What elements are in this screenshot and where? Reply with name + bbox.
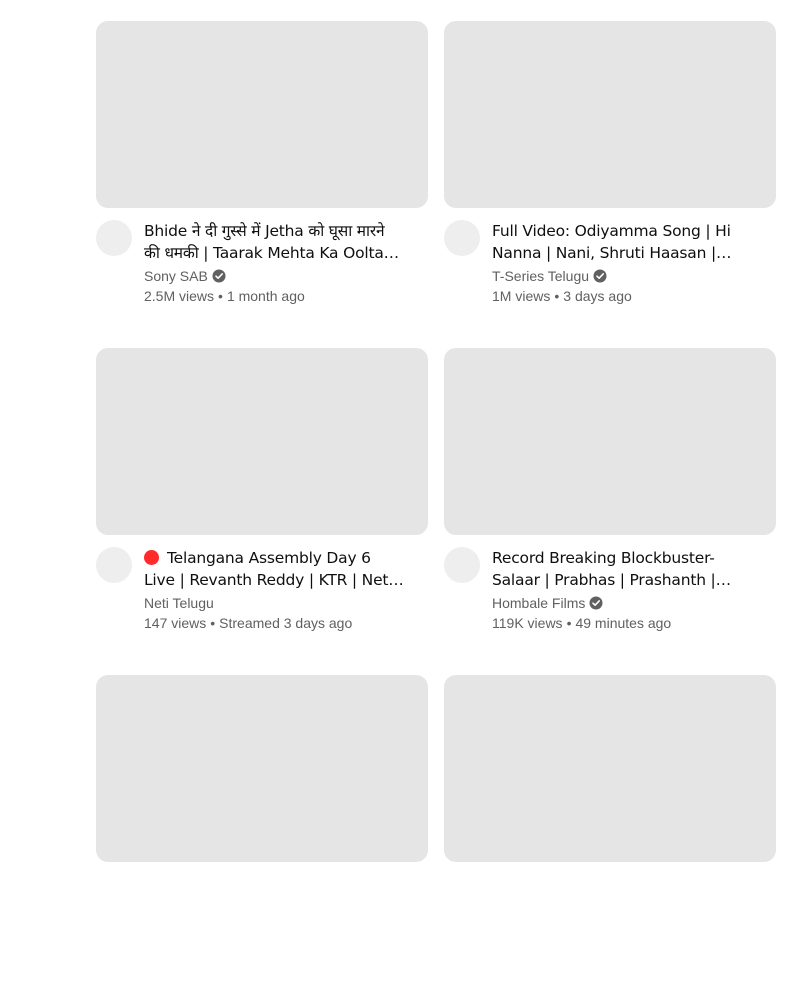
video-thumbnail[interactable] [96, 675, 428, 862]
video-card: Record Breaking Blockbuster- Salaar | Pr… [444, 348, 776, 675]
channel-name[interactable]: Sony SAB [144, 266, 208, 286]
upload-age: Streamed 3 days ago [219, 615, 353, 631]
video-title-text: Telangana Assembly Day 6 Live | Revanth … [144, 549, 393, 589]
video-title[interactable]: Record Breaking Blockbuster- Salaar | Pr… [492, 547, 752, 591]
video-thumbnail[interactable] [444, 348, 776, 535]
view-count: 119K views [492, 615, 563, 631]
video-stats: 1M views • 3 days ago [492, 286, 752, 306]
channel-avatar[interactable] [96, 547, 132, 583]
video-card [96, 675, 428, 1002]
view-count: 2.5M views [144, 288, 215, 304]
verified-check-icon [589, 596, 603, 610]
separator-dot: • [554, 288, 560, 304]
video-grid: Bhide ने दी गुस्से में Jetha को घूसा मार… [96, 21, 776, 1002]
video-details: Telangana Assembly Day 6 Live | Revanth … [96, 547, 428, 633]
video-card: Bhide ने दी गुस्से में Jetha को घूसा मार… [96, 21, 428, 348]
video-meta: Full Video: Odiyamma Song | Hi Nanna | N… [492, 220, 776, 306]
view-count: 147 views [144, 615, 207, 631]
video-title-text: Bhide ने दी गुस्से में Jetha को घूसा मार… [144, 222, 394, 262]
video-details: Bhide ने दी गुस्से में Jetha को घूसा मार… [96, 220, 428, 306]
separator-dot: • [218, 288, 223, 304]
video-stats: 119K views • 49 minutes ago [492, 613, 752, 633]
channel-name[interactable]: Hombale Films [492, 593, 585, 613]
video-title[interactable]: Bhide ने दी गुस्से में Jetha को घूसा मार… [144, 220, 404, 264]
channel-avatar[interactable] [444, 220, 480, 256]
video-meta: Record Breaking Blockbuster- Salaar | Pr… [492, 547, 776, 633]
verified-check-icon [212, 269, 226, 283]
video-meta: Bhide ने दी गुस्से में Jetha को घूसा मार… [144, 220, 428, 306]
video-stats: 2.5M views • 1 month ago [144, 286, 404, 306]
channel-avatar[interactable] [96, 220, 132, 256]
separator-dot: • [566, 615, 572, 631]
channel-avatar[interactable] [444, 547, 480, 583]
video-details: Record Breaking Blockbuster- Salaar | Pr… [444, 547, 776, 633]
live-red-dot-icon [144, 550, 159, 565]
channel-row: Sony SAB [144, 266, 404, 286]
upload-age: 49 minutes ago [575, 615, 672, 631]
video-thumbnail[interactable] [444, 675, 776, 862]
video-title-text: Record Breaking Blockbuster- Salaar | Pr… [492, 549, 716, 589]
channel-name[interactable]: Neti Telugu [144, 593, 214, 613]
video-card: Full Video: Odiyamma Song | Hi Nanna | N… [444, 21, 776, 348]
video-card: Telangana Assembly Day 6 Live | Revanth … [96, 348, 428, 675]
video-title[interactable]: Full Video: Odiyamma Song | Hi Nanna | N… [492, 220, 752, 264]
video-thumbnail[interactable] [444, 21, 776, 208]
video-stats: 147 views • Streamed 3 days ago [144, 613, 404, 633]
video-title-text: Full Video: Odiyamma Song | Hi Nanna | N… [492, 222, 731, 262]
upload-age: 3 days ago [563, 288, 632, 304]
video-details: Full Video: Odiyamma Song | Hi Nanna | N… [444, 220, 776, 306]
verified-check-icon [593, 269, 607, 283]
video-thumbnail[interactable] [96, 348, 428, 535]
video-card [444, 675, 776, 1002]
view-count: 1M views [492, 288, 551, 304]
video-meta: Telangana Assembly Day 6 Live | Revanth … [144, 547, 428, 633]
upload-age: 1 month ago [226, 288, 305, 304]
separator-dot: • [210, 615, 216, 631]
video-thumbnail[interactable] [96, 21, 428, 208]
video-title[interactable]: Telangana Assembly Day 6 Live | Revanth … [144, 547, 404, 591]
channel-row: T-Series Telugu [492, 266, 752, 286]
channel-row: Hombale Films [492, 593, 752, 613]
channel-row: Neti Telugu [144, 593, 404, 613]
channel-name[interactable]: T-Series Telugu [492, 266, 589, 286]
